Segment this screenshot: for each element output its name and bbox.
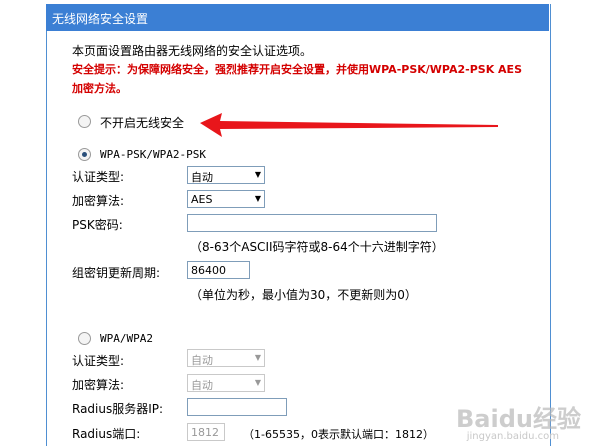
watermark-url: jingyan.baidu.com <box>466 431 559 442</box>
wpa-algorithm-select[interactable]: 自动 ▼ <box>187 374 265 392</box>
psk-auth-type-label: 认证类型: <box>72 170 125 184</box>
chevron-down-icon: ▼ <box>254 353 261 362</box>
page-title: 无线网络安全设置 <box>52 12 149 26</box>
psk-algorithm-value: AES <box>191 193 213 206</box>
radius-ip-label: Radius服务器IP: <box>72 402 164 416</box>
radius-port-input[interactable]: 1812 <box>187 423 225 441</box>
group-key-period-value: 86400 <box>191 264 226 277</box>
psk-algorithm-select[interactable]: AES ▼ <box>187 190 265 208</box>
chevron-down-icon: ▼ <box>254 170 261 179</box>
arrow-annotation-icon <box>200 113 498 137</box>
panel-header: 无线网络安全设置 <box>46 4 549 31</box>
wpa-auth-type-select[interactable]: 自动 ▼ <box>187 349 265 367</box>
wpa-auth-type-label: 认证类型: <box>72 354 125 368</box>
radius-ip-input[interactable] <box>187 398 287 416</box>
psk-password-hint: （8-63个ASCII码字符或8-64个十六进制字符） <box>190 240 444 254</box>
psk-auth-type-select[interactable]: 自动 ▼ <box>187 166 265 184</box>
security-warning-line2: 加密方法。 <box>72 82 127 95</box>
group-key-period-hint: （单位为秒，最小值为30，不更新则为0） <box>190 288 417 302</box>
intro-text: 本页面设置路由器无线网络的安全认证选项。 <box>72 44 313 58</box>
wpa-psk-label: WPA-PSK/WPA2-PSK <box>100 148 206 161</box>
radius-port-value: 1812 <box>191 426 219 439</box>
wpa-algorithm-label: 加密算法: <box>72 378 125 392</box>
group-key-period-label: 组密钥更新周期: <box>72 266 161 280</box>
wpa-label: WPA/WPA2 <box>100 332 153 345</box>
radius-port-hint: （1-65535，0表示默认端口：1812） <box>243 428 434 441</box>
psk-password-label: PSK密码: <box>72 218 123 232</box>
security-warning-line1: 安全提示：为保障网络安全，强烈推荐开启安全设置，并使用WPA-PSK/WPA2-… <box>72 63 522 76</box>
group-key-period-input[interactable]: 86400 <box>187 261 250 279</box>
psk-algorithm-label: 加密算法: <box>72 194 125 208</box>
radio-wpa[interactable] <box>78 332 91 345</box>
psk-auth-type-value: 自动 <box>191 171 213 184</box>
radius-port-label: Radius端口: <box>72 427 141 441</box>
psk-password-input[interactable] <box>187 214 437 232</box>
radio-no-security[interactable] <box>78 115 91 128</box>
no-security-label: 不开启无线安全 <box>100 116 185 130</box>
chevron-down-icon: ▼ <box>254 378 261 387</box>
wpa-auth-type-value: 自动 <box>191 354 213 367</box>
chevron-down-icon: ▼ <box>254 194 261 203</box>
wpa-algorithm-value: 自动 <box>191 379 213 392</box>
watermark-logo: Baidu经验 <box>456 405 581 433</box>
radio-wpa-psk[interactable] <box>78 148 91 161</box>
